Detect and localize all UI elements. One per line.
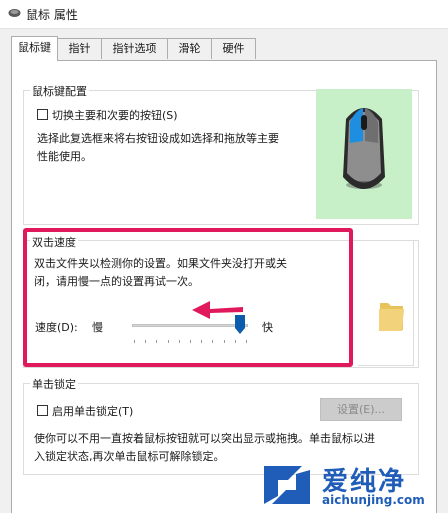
switch-buttons-label[interactable]: 切换主要和次要的按钮(S) xyxy=(52,107,178,123)
tab-pointers[interactable]: 指针 xyxy=(57,38,102,59)
double-click-test-area[interactable] xyxy=(358,240,414,366)
tab-hardware[interactable]: 硬件 xyxy=(211,38,256,59)
folder-icon[interactable] xyxy=(358,241,414,367)
click-lock-label[interactable]: 启用单击锁定(T) xyxy=(52,403,133,419)
watermark-logo xyxy=(264,466,310,504)
button-config-description: 选择此复选框来将右按钮设成如选择和拖放等主要 性能使用。 xyxy=(37,130,279,166)
button-config-group-label: 鼠标键配置 xyxy=(30,83,89,99)
pointer-arrow-icon xyxy=(192,301,243,319)
switch-buttons-checkbox[interactable] xyxy=(37,109,48,120)
watermark-url: aichunjing.com xyxy=(322,493,425,507)
button-config-desc-line1: 选择此复选框来将右按钮设成如选择和拖放等主要 xyxy=(37,132,279,145)
tab-wheel[interactable]: 滑轮 xyxy=(167,38,212,59)
title-bar: 鼠标 属性 xyxy=(0,0,448,29)
tab-pointer-options[interactable]: 指针选项 xyxy=(101,38,168,59)
click-lock-settings-button[interactable]: 设置(E)... xyxy=(320,398,402,421)
mouse-illustration-icon xyxy=(343,108,385,189)
click-lock-checkbox[interactable] xyxy=(37,405,48,416)
tab-buttons[interactable]: 鼠标键 xyxy=(11,36,58,61)
click-lock-desc-line1: 使你可以不用一直按着鼠标按钮就可以突出显示或拖拽。单击鼠标以进 xyxy=(34,432,375,445)
mouse-preview xyxy=(316,89,412,219)
mouse-app-icon xyxy=(8,9,21,17)
window-title: 鼠标 属性 xyxy=(26,8,78,22)
button-config-desc-line2: 性能使用。 xyxy=(37,150,92,163)
click-lock-group-label: 单击锁定 xyxy=(30,376,78,392)
highlight-box xyxy=(23,228,353,367)
